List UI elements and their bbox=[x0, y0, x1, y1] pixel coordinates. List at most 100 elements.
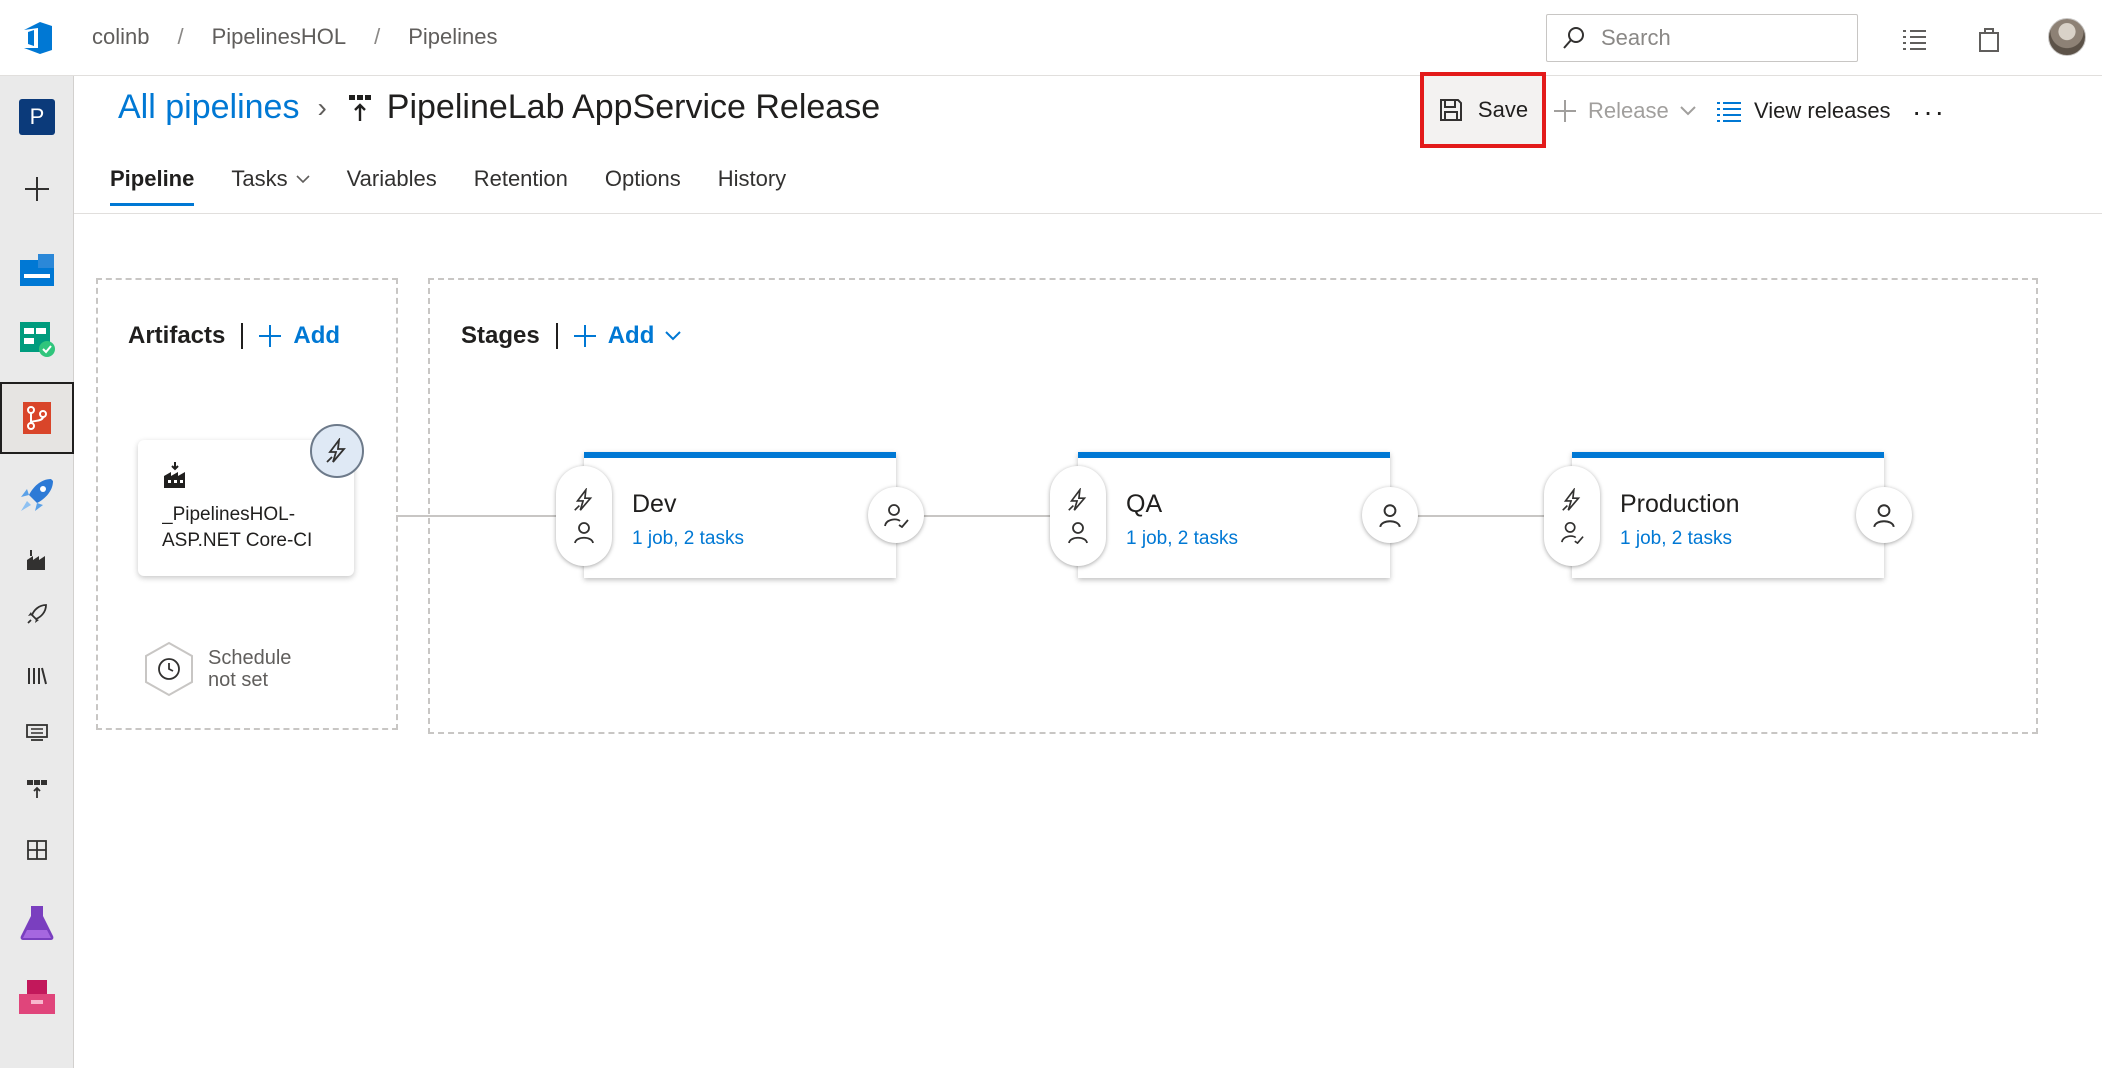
tab-retention[interactable]: Retention bbox=[474, 166, 568, 206]
approver-person-icon bbox=[1068, 522, 1088, 544]
plus-icon bbox=[25, 177, 49, 201]
boards-icon bbox=[20, 322, 55, 357]
header-divider bbox=[241, 323, 244, 349]
save-disk-icon bbox=[1439, 99, 1462, 121]
breadcrumb-project[interactable]: PipelinesHOL bbox=[212, 24, 347, 50]
test-plans-flask-icon bbox=[20, 906, 54, 940]
nav-environments[interactable] bbox=[0, 830, 74, 870]
list-icon bbox=[1717, 102, 1741, 122]
page-title: PipelineLab AppService Release bbox=[386, 88, 881, 126]
nav-releases[interactable] bbox=[0, 594, 74, 634]
more-actions-button[interactable]: ··· bbox=[1912, 96, 1946, 128]
nav-task-groups[interactable] bbox=[0, 712, 74, 752]
nav-deployment-groups[interactable] bbox=[0, 768, 74, 808]
continuous-deployment-trigger[interactable] bbox=[310, 424, 364, 478]
view-releases-button[interactable]: View releases bbox=[1716, 98, 1891, 124]
pre-deployment-conditions[interactable] bbox=[1544, 466, 1600, 566]
add-label: Add bbox=[607, 322, 655, 349]
nav-artifacts[interactable] bbox=[0, 966, 74, 1026]
builds-factory-icon bbox=[27, 550, 45, 570]
overview-icon bbox=[20, 254, 54, 286]
release-pipeline-icon bbox=[348, 94, 371, 121]
project-switcher[interactable]: P bbox=[0, 90, 74, 144]
lightning-trigger-icon bbox=[1562, 488, 1581, 511]
stage-card-qa[interactable]: QA 1 job, 2 tasks bbox=[1078, 452, 1390, 578]
tab-history[interactable]: History bbox=[718, 166, 786, 206]
plus-icon bbox=[259, 325, 282, 347]
artifact-name: _PipelinesHOL- ASP.NET Core-CI bbox=[162, 502, 342, 554]
stage-name: Dev bbox=[632, 490, 677, 518]
pre-deployment-conditions[interactable] bbox=[1050, 466, 1106, 566]
marketplace-bag-icon[interactable] bbox=[1974, 24, 2004, 54]
breadcrumb-separator: / bbox=[177, 24, 184, 49]
search-input[interactable]: Search bbox=[1546, 14, 1858, 62]
plus-icon bbox=[573, 325, 596, 347]
tabs-divider bbox=[74, 213, 2102, 214]
view-releases-label: View releases bbox=[1754, 98, 1891, 123]
task-list-icon[interactable] bbox=[1900, 24, 1930, 54]
artifact-name-line: _PipelinesHOL- bbox=[162, 504, 296, 525]
tab-variables[interactable]: Variables bbox=[347, 166, 437, 206]
post-approval-person-icon bbox=[884, 504, 909, 528]
tab-label: Pipeline bbox=[110, 166, 195, 191]
pre-deployment-conditions[interactable] bbox=[556, 466, 612, 566]
tab-options[interactable]: Options bbox=[605, 166, 681, 206]
page-header: All pipelines › PipelineLab AppService R… bbox=[118, 88, 880, 127]
release-label: Release bbox=[1588, 98, 1669, 123]
breadcrumb-org[interactable]: colinb bbox=[92, 24, 149, 50]
artifact-name-line: ASP.NET Core-CI bbox=[162, 530, 313, 551]
plus-icon bbox=[1554, 100, 1576, 122]
releases-rocket-icon bbox=[27, 604, 47, 624]
user-avatar[interactable] bbox=[2048, 18, 2086, 56]
tab-pipeline[interactable]: Pipeline bbox=[110, 166, 195, 206]
breadcrumb: colinb / PipelinesHOL / Pipelines bbox=[92, 24, 498, 50]
azure-devops-logo-icon[interactable] bbox=[18, 18, 58, 58]
schedule-trigger[interactable]: Schedule not set bbox=[142, 640, 291, 698]
tab-label: Retention bbox=[473, 166, 568, 191]
artifacts-heading: Artifacts bbox=[128, 322, 226, 349]
chevron-down-icon bbox=[1680, 106, 1696, 116]
post-deployment-conditions[interactable] bbox=[1362, 487, 1418, 543]
search-placeholder: Search bbox=[1601, 25, 1671, 50]
header-divider bbox=[555, 323, 558, 349]
stage-name: QA bbox=[1126, 490, 1163, 518]
tab-tasks[interactable]: Tasks bbox=[231, 166, 310, 206]
tab-label: Variables bbox=[346, 166, 437, 191]
nav-boards[interactable] bbox=[0, 312, 74, 366]
lightning-trigger-icon bbox=[1068, 488, 1087, 511]
lightning-trigger-icon bbox=[326, 438, 346, 463]
lightning-trigger-icon bbox=[574, 488, 593, 511]
stage-tasks-link[interactable]: 1 job, 2 tasks bbox=[1126, 528, 1238, 550]
nav-pipelines[interactable] bbox=[0, 468, 74, 522]
nav-library[interactable] bbox=[0, 656, 74, 696]
top-bar: colinb / PipelinesHOL / Pipelines Search bbox=[0, 0, 2102, 76]
breadcrumb-pipelines[interactable]: Pipelines bbox=[408, 24, 497, 50]
chevron-down-icon bbox=[665, 331, 682, 341]
stage-card-dev[interactable]: Dev 1 job, 2 tasks bbox=[584, 452, 896, 578]
save-label: Save bbox=[1477, 97, 1529, 122]
stage-tasks-link[interactable]: 1 job, 2 tasks bbox=[1620, 528, 1732, 550]
save-button[interactable]: Save bbox=[1420, 72, 1546, 148]
nav-repos[interactable] bbox=[0, 382, 74, 454]
nav-builds[interactable] bbox=[0, 540, 74, 580]
search-icon bbox=[1563, 27, 1584, 49]
tab-label: Tasks bbox=[231, 166, 288, 191]
all-pipelines-link[interactable]: All pipelines bbox=[118, 88, 299, 127]
post-deployment-conditions[interactable] bbox=[868, 487, 924, 543]
stage-card-production[interactable]: Production 1 job, 2 tasks bbox=[1572, 452, 1884, 578]
chevron-down-icon bbox=[296, 175, 310, 184]
nav-overview[interactable] bbox=[0, 244, 74, 298]
release-button[interactable]: Release bbox=[1552, 98, 1697, 124]
repos-icon bbox=[23, 402, 51, 434]
schedule-clock-icon bbox=[145, 641, 193, 697]
pipelines-rocket-icon bbox=[21, 479, 53, 511]
new-item-button[interactable] bbox=[0, 162, 74, 216]
schedule-status: Schedule not set bbox=[208, 647, 291, 691]
stage-tasks-link[interactable]: 1 job, 2 tasks bbox=[632, 528, 744, 550]
grid-icon bbox=[27, 840, 47, 860]
approver-person-icon bbox=[574, 522, 594, 544]
post-deployment-conditions[interactable] bbox=[1856, 487, 1912, 543]
nav-test-plans[interactable] bbox=[0, 892, 74, 952]
add-stage-button[interactable]: Add bbox=[572, 322, 683, 350]
add-artifact-button[interactable]: Add bbox=[257, 322, 340, 350]
